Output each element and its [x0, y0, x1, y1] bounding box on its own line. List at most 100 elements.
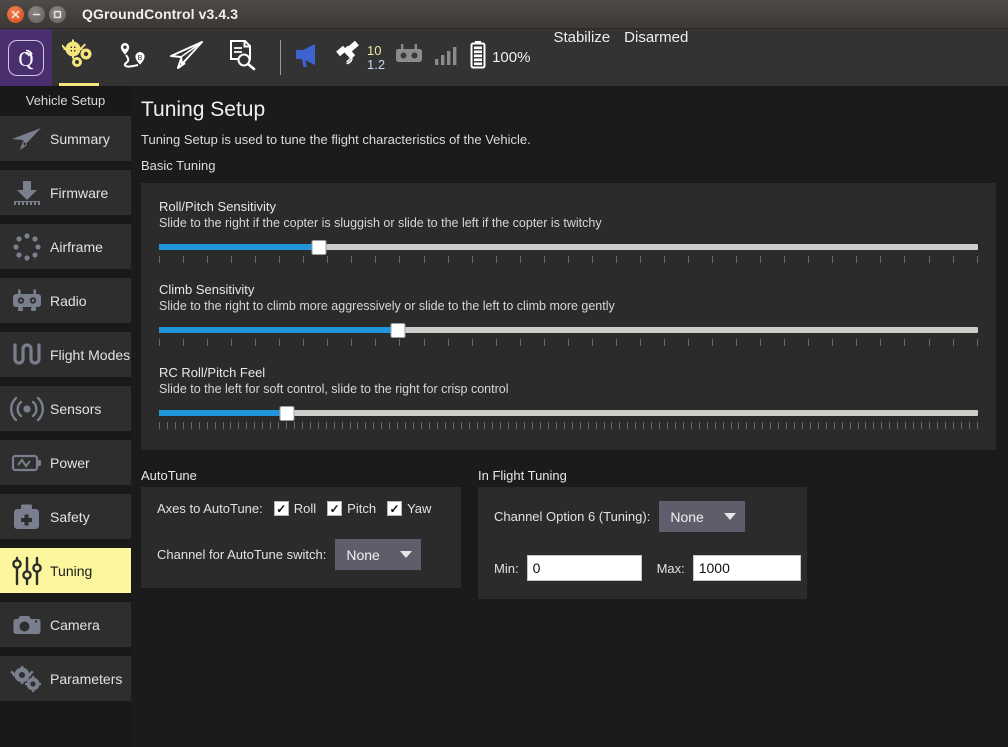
page-description: Tuning Setup is used to tune the flight …	[141, 132, 996, 147]
sidebar-item-firmware[interactable]: Firmware	[0, 170, 131, 215]
slider-fill	[159, 244, 319, 250]
qgc-logo-button[interactable]: Q	[0, 29, 52, 86]
minimize-window-button[interactable]	[28, 6, 45, 23]
checkbox-label: Roll	[294, 501, 316, 516]
autotune-switch-dropdown[interactable]: None	[335, 539, 421, 570]
sidebar-item-label: Power	[50, 455, 90, 471]
slider-handle[interactable]	[279, 406, 294, 421]
parameters-icon	[8, 663, 46, 695]
channel-option-label: Channel Option 6 (Tuning):	[494, 509, 650, 524]
axes-to-autotune-label: Axes to AutoTune:	[157, 501, 263, 516]
checkbox-box[interactable]: ✓	[327, 501, 342, 516]
slider-block-roll-pitch-sensitivity: Roll/Pitch Sensitivity Slide to the righ…	[159, 199, 978, 266]
sidebar-item-label: Summary	[50, 131, 110, 147]
waypoints-icon: B	[116, 39, 150, 76]
check-icon: ✓	[390, 503, 400, 515]
slider-ticks	[159, 256, 978, 265]
in-flight-tuning-group: In Flight Tuning Channel Option 6 (Tunin…	[478, 468, 807, 599]
toolbar-plan-button[interactable]: B	[106, 29, 160, 86]
gps-hdop-value: 1.2	[367, 58, 385, 71]
slider-hint: Slide to the left for soft control, slid…	[159, 382, 978, 396]
sidebar-item-power[interactable]: Power	[0, 440, 131, 485]
radio-icon	[8, 285, 46, 317]
in-flight-tuning-box: Channel Option 6 (Tuning): None Min: Max…	[478, 487, 807, 599]
sidebar-item-safety[interactable]: Safety	[0, 494, 131, 539]
toolbar-separator	[280, 40, 281, 75]
sensors-icon	[8, 393, 46, 425]
sidebar-item-parameters[interactable]: Parameters	[0, 656, 131, 701]
slider-block-rc-roll-pitch-feel: RC Roll/Pitch Feel Slide to the left for…	[159, 365, 978, 432]
slider-title: RC Roll/Pitch Feel	[159, 365, 978, 380]
sidebar-item-summary[interactable]: Summary	[0, 116, 131, 161]
sidebar-item-airframe[interactable]: Airframe	[0, 224, 131, 269]
toolbar-messages-indicator[interactable]	[293, 29, 327, 86]
toolbar-rc-indicator[interactable]	[394, 29, 424, 86]
slider-block-climb-sensitivity: Climb Sensitivity Slide to the right to …	[159, 282, 978, 349]
slider-fill	[159, 327, 398, 333]
page-title: Tuning Setup	[141, 98, 996, 122]
chevron-down-icon	[400, 551, 412, 558]
paper-plane-icon	[169, 39, 205, 76]
sidebar-title: Vehicle Setup	[0, 86, 131, 116]
min-input[interactable]	[527, 555, 642, 581]
checkbox-box[interactable]: ✓	[274, 501, 289, 516]
sidebar-item-tuning[interactable]: Tuning	[0, 548, 131, 593]
autotune-box: Axes to AutoTune: ✓ Roll ✓ Pitch	[141, 487, 461, 588]
autotune-roll-checkbox[interactable]: ✓ Roll	[274, 501, 316, 516]
basic-tuning-label: Basic Tuning	[141, 158, 996, 173]
sidebar-item-sensors[interactable]: Sensors	[0, 386, 131, 431]
paper-plane-icon	[8, 123, 46, 155]
toolbar-fly-button[interactable]	[160, 29, 214, 86]
tuning-groups: AutoTune Axes to AutoTune: ✓ Roll ✓ Pitc…	[141, 468, 996, 599]
roll-pitch-sensitivity-slider[interactable]	[159, 240, 978, 266]
armed-state-label[interactable]: Disarmed	[624, 29, 688, 86]
main-content: Tuning Setup Tuning Setup is used to tun…	[131, 86, 1008, 747]
battery-icon	[468, 40, 488, 75]
vehicle-setup-sidebar: Vehicle Setup Summary Firmware	[0, 86, 131, 747]
sidebar-item-label: Camera	[50, 617, 100, 633]
signal-bars-icon	[433, 43, 459, 72]
slider-handle[interactable]	[311, 240, 326, 255]
checkbox-box[interactable]: ✓	[387, 501, 402, 516]
sidebar-item-label: Parameters	[50, 671, 122, 687]
dropdown-value: None	[670, 509, 703, 525]
toolbar-battery-indicator[interactable]: 100%	[468, 29, 540, 86]
slider-title: Roll/Pitch Sensitivity	[159, 199, 978, 214]
main-toolbar: Q	[0, 29, 1008, 86]
rc-roll-pitch-feel-slider[interactable]	[159, 406, 978, 432]
toolbar-telemetry-indicator[interactable]	[433, 29, 459, 86]
toolbar-analyze-button[interactable]	[214, 29, 268, 86]
firmware-icon	[8, 177, 46, 209]
slider-handle[interactable]	[391, 323, 406, 338]
maximize-window-button[interactable]	[49, 6, 66, 23]
sidebar-item-label: Firmware	[50, 185, 108, 201]
slider-hint: Slide to the right if the copter is slug…	[159, 216, 978, 230]
sidebar-item-label: Tuning	[50, 563, 92, 579]
sidebar-item-label: Sensors	[50, 401, 101, 417]
autotune-yaw-checkbox[interactable]: ✓ Yaw	[387, 501, 431, 516]
max-input[interactable]	[693, 555, 801, 581]
sidebar-item-radio[interactable]: Radio	[0, 278, 131, 323]
checkbox-label: Pitch	[347, 501, 376, 516]
sidebar-item-camera[interactable]: Camera	[0, 602, 131, 647]
toolbar-gps-indicator[interactable]: 10 1.2	[336, 29, 385, 86]
chevron-down-icon	[724, 513, 736, 520]
sidebar-item-flight-modes[interactable]: Flight Modes	[0, 332, 131, 377]
dropdown-value: None	[346, 547, 379, 563]
toolbar-vehicle-setup-button[interactable]	[52, 29, 106, 86]
climb-sensitivity-slider[interactable]	[159, 323, 978, 349]
slider-ticks	[159, 339, 978, 348]
camera-icon	[8, 609, 46, 641]
megaphone-icon	[293, 40, 327, 75]
basic-tuning-panel: Roll/Pitch Sensitivity Slide to the righ…	[141, 183, 996, 450]
svg-text:B: B	[138, 55, 143, 62]
channel-option-row: Channel Option 6 (Tuning): None	[494, 501, 791, 532]
min-label: Min:	[494, 561, 519, 576]
autotune-group: AutoTune Axes to AutoTune: ✓ Roll ✓ Pitc…	[141, 468, 461, 599]
autotune-pitch-checkbox[interactable]: ✓ Pitch	[327, 501, 376, 516]
autotune-switch-label: Channel for AutoTune switch:	[157, 547, 326, 562]
close-window-button[interactable]	[7, 6, 24, 23]
channel-option-dropdown[interactable]: None	[659, 501, 745, 532]
flight-mode-label[interactable]: Stabilize	[553, 29, 610, 86]
battery-percent-label: 100%	[492, 49, 530, 66]
